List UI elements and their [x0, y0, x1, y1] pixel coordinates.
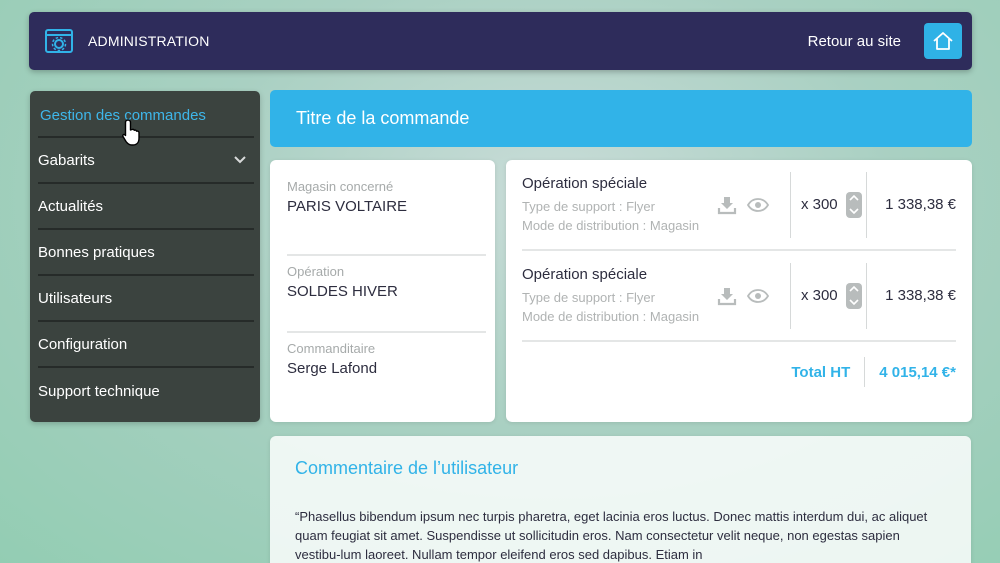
- sidebar-item-label: Gabarits: [38, 151, 95, 169]
- sidebar-item-users[interactable]: Utilisateurs: [38, 276, 254, 322]
- order-line-description: Opération spéciale Type de support : Fly…: [522, 160, 713, 235]
- order-line-price: 1 338,38 €: [885, 287, 957, 304]
- order-line: Opération spéciale Type de support : Fly…: [522, 160, 956, 251]
- admin-gear-icon[interactable]: [44, 26, 74, 56]
- order-line-actions: [717, 195, 790, 215]
- field-value: Serge Lafond: [287, 360, 378, 377]
- pointer-cursor-icon: [122, 119, 140, 146]
- order-line-support: Type de support : Flyer: [522, 199, 655, 214]
- sidebar-item-label: Utilisateurs: [38, 289, 113, 307]
- eye-icon[interactable]: [746, 197, 769, 212]
- operation-field: Opération SOLDES HIVER: [287, 256, 486, 333]
- order-line-name: Opération spéciale: [522, 175, 648, 192]
- eye-icon[interactable]: [746, 288, 769, 303]
- sidebar-item-news[interactable]: Actualités: [38, 184, 254, 230]
- order-line-name: Opération spéciale: [522, 266, 648, 283]
- home-button[interactable]: [924, 23, 962, 59]
- sidebar-item-label: Actualités: [38, 197, 104, 215]
- chevron-down-icon[interactable]: [234, 156, 246, 164]
- order-line-actions: [717, 286, 790, 306]
- field-label: Commanditaire: [287, 341, 376, 356]
- comment-text: “Phasellus bibendum ipsum nec turpis pha…: [295, 509, 928, 562]
- sidebar-item-label: Support technique: [38, 382, 160, 400]
- quantity-value: x 300: [800, 196, 838, 213]
- order-title-bar: Titre de la commande: [270, 90, 972, 147]
- page-title: Titre de la commande: [296, 108, 470, 128]
- field-label: Opération: [287, 264, 345, 279]
- quantity-stepper[interactable]: x 300: [791, 282, 866, 309]
- home-icon: [933, 32, 953, 50]
- order-line-distribution: Mode de distribution : Magasin: [522, 218, 700, 233]
- field-label: Magasin concerné: [287, 179, 394, 194]
- sidebar-item-label: Bonnes pratiques: [38, 243, 155, 261]
- back-to-site-link[interactable]: Retour au site: [808, 33, 901, 50]
- sidebar-item-label: Configuration: [38, 335, 128, 353]
- field-value: SOLDES HIVER: [287, 283, 398, 300]
- order-lines-card: Opération spéciale Type de support : Fly…: [506, 160, 972, 422]
- order-line-price: 1 338,38 €: [885, 196, 957, 213]
- order-line: Opération spéciale Type de support : Fly…: [522, 251, 956, 342]
- stepper-arrows-icon[interactable]: [845, 191, 862, 218]
- stepper-arrows-icon[interactable]: [845, 282, 862, 309]
- sidebar-item-best-practices[interactable]: Bonnes pratiques: [38, 230, 254, 276]
- order-line-distribution: Mode de distribution : Magasin: [522, 309, 700, 324]
- sponsor-field: Commanditaire Serge Lafond: [287, 333, 486, 410]
- comment-title: Commentaire de l’utilisateur: [295, 458, 519, 478]
- order-line-description: Opération spéciale Type de support : Fly…: [522, 251, 713, 326]
- store-field: Magasin concerné PARIS VOLTAIRE: [287, 179, 486, 256]
- order-info-card: Magasin concerné PARIS VOLTAIRE Opératio…: [270, 160, 495, 422]
- total-label: Total HT: [791, 363, 851, 381]
- order-total-row: Total HT 4 015,14 €*: [522, 342, 956, 402]
- field-value: PARIS VOLTAIRE: [287, 198, 408, 215]
- quantity-value: x 300: [800, 287, 838, 304]
- divider: [864, 357, 866, 387]
- total-value: 4 015,14 €*: [879, 363, 956, 381]
- brand-title: ADMINISTRATION: [88, 33, 210, 49]
- order-line-support: Type de support : Flyer: [522, 290, 655, 305]
- download-icon[interactable]: [717, 195, 737, 215]
- top-bar: ADMINISTRATION Retour au site: [29, 12, 972, 70]
- quantity-stepper[interactable]: x 300: [791, 191, 866, 218]
- sidebar-item-configuration[interactable]: Configuration: [38, 322, 254, 368]
- download-icon[interactable]: [717, 286, 737, 306]
- user-comment-card: Commentaire de l’utilisateur “Phasellus …: [270, 436, 971, 563]
- sidebar-item-support[interactable]: Support technique: [38, 368, 254, 414]
